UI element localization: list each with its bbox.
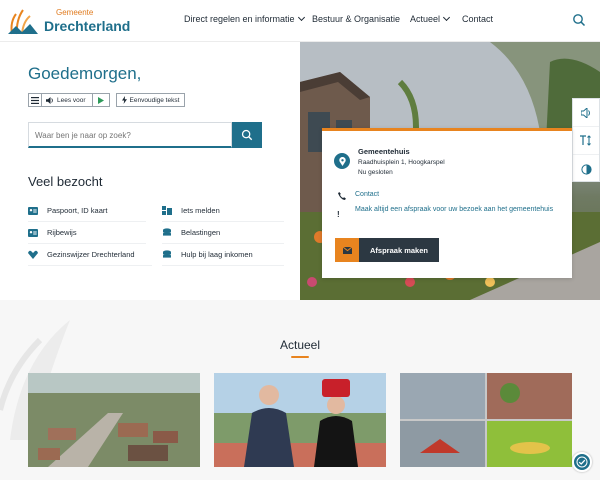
easy-text-label: Eenvoudige tekst bbox=[129, 96, 180, 104]
menu-icon[interactable] bbox=[29, 94, 42, 106]
reading-tools: Lees voor Eenvoudige tekst bbox=[28, 93, 186, 107]
news-photo-collage bbox=[400, 373, 572, 467]
read-aloud-label: Lees voor bbox=[57, 96, 86, 104]
news-photo-village bbox=[28, 373, 200, 467]
search-field[interactable] bbox=[28, 122, 232, 148]
opening-status: Nu gesloten bbox=[358, 169, 393, 176]
accessibility-button[interactable] bbox=[572, 452, 592, 472]
nav-contact[interactable]: Contact bbox=[462, 14, 493, 24]
license-icon bbox=[28, 228, 38, 237]
card-title: Gemeentehuis bbox=[358, 147, 410, 156]
card-address: Raadhuisplein 1, Hoogkarspel bbox=[358, 159, 445, 166]
exclamation-icon: ! bbox=[337, 210, 340, 219]
side-toolbar bbox=[572, 98, 600, 182]
chevron-down-icon bbox=[297, 13, 305, 22]
location-pin-icon bbox=[334, 153, 350, 169]
heading-underline bbox=[291, 356, 309, 358]
greeting-heading: Goedemorgen, bbox=[28, 64, 142, 83]
link-hulp-laag-inkomen[interactable]: Hulp bij laag inkomen bbox=[162, 244, 284, 266]
nav-label: Actueel bbox=[410, 14, 441, 24]
accessibility-icon bbox=[576, 456, 588, 468]
envelope-icon bbox=[335, 238, 359, 262]
contrast-icon bbox=[580, 163, 592, 175]
contact-link[interactable]: Contact bbox=[355, 191, 379, 198]
nav-label: Contact bbox=[462, 14, 494, 24]
link-paspoort[interactable]: Paspoort, ID kaart bbox=[28, 200, 146, 222]
appointment-link[interactable]: Maak altijd een afspraak voor uw bezoek … bbox=[355, 204, 555, 216]
easy-text-button[interactable]: Eenvoudige tekst bbox=[115, 93, 186, 107]
lightning-icon bbox=[121, 96, 127, 104]
link-label: Belastingen bbox=[181, 228, 221, 237]
link-iets-melden[interactable]: Iets melden bbox=[162, 200, 284, 222]
news-photo-ceremony bbox=[214, 373, 386, 467]
link-rijbewijs[interactable]: Rijbewijs bbox=[28, 222, 146, 244]
town-hall-card: Gemeentehuis Raadhuisplein 1, Hoogkarspe… bbox=[322, 128, 572, 278]
family-icon bbox=[28, 250, 38, 259]
logo-drechterland: Drechterland bbox=[44, 18, 131, 34]
nav-label: Bestuur & Organisatie bbox=[312, 14, 401, 24]
link-label: Gezinswijzer Drechterland bbox=[47, 250, 135, 259]
search-input[interactable] bbox=[35, 131, 225, 140]
contrast-button[interactable] bbox=[573, 155, 599, 183]
phone-icon bbox=[338, 192, 346, 200]
nav-actueel[interactable]: Actueel bbox=[410, 13, 451, 24]
appointment-button[interactable]: Afspraak maken bbox=[335, 238, 439, 262]
speaker-icon bbox=[46, 96, 53, 104]
news-item-collage[interactable] bbox=[400, 373, 572, 467]
chevron-down-icon bbox=[442, 13, 451, 22]
nav-bestuur[interactable]: Bestuur & Organisatie bbox=[312, 14, 400, 24]
news-item-aerial[interactable] bbox=[28, 373, 200, 467]
report-icon bbox=[162, 206, 172, 215]
search-button[interactable] bbox=[232, 122, 262, 148]
play-button[interactable] bbox=[93, 94, 109, 106]
read-aloud-bar: Lees voor bbox=[28, 93, 110, 107]
appointment-button-label: Afspraak maken bbox=[359, 238, 439, 262]
text-size-button[interactable] bbox=[573, 127, 599, 155]
link-label: Iets melden bbox=[181, 206, 220, 215]
nav-direct-regelen[interactable]: Direct regelen en informatie bbox=[184, 13, 305, 24]
coins-icon bbox=[162, 250, 172, 259]
link-label: Hulp bij laag inkomen bbox=[181, 250, 253, 259]
coins-icon bbox=[162, 228, 172, 237]
logo-gemeente: Gemeente bbox=[56, 8, 94, 17]
id-card-icon bbox=[28, 206, 38, 215]
news-item-speech[interactable] bbox=[214, 373, 386, 467]
text-size-icon bbox=[580, 135, 591, 146]
link-label: Paspoort, ID kaart bbox=[47, 206, 108, 215]
search-icon[interactable] bbox=[572, 13, 586, 27]
actueel-heading: Actueel bbox=[279, 338, 321, 352]
link-gezinswijzer[interactable]: Gezinswijzer Drechterland bbox=[28, 244, 152, 266]
speaker-icon bbox=[580, 107, 590, 118]
site-header: Gemeente Drechterland Direct regelen en … bbox=[0, 0, 600, 42]
read-aloud-button[interactable]: Lees voor bbox=[42, 94, 93, 106]
logo-text[interactable]: Gemeente Drechterland bbox=[44, 8, 130, 34]
veel-bezocht-heading: Veel bezocht bbox=[28, 174, 103, 189]
link-label: Rijbewijs bbox=[47, 228, 77, 237]
search-icon bbox=[241, 129, 253, 141]
read-aloud-side-button[interactable] bbox=[573, 99, 599, 127]
nav-label: Direct regelen en informatie bbox=[184, 14, 295, 24]
link-belastingen[interactable]: Belastingen bbox=[162, 222, 284, 244]
gemeente-logo-icon[interactable] bbox=[6, 4, 40, 38]
play-icon bbox=[97, 96, 104, 104]
